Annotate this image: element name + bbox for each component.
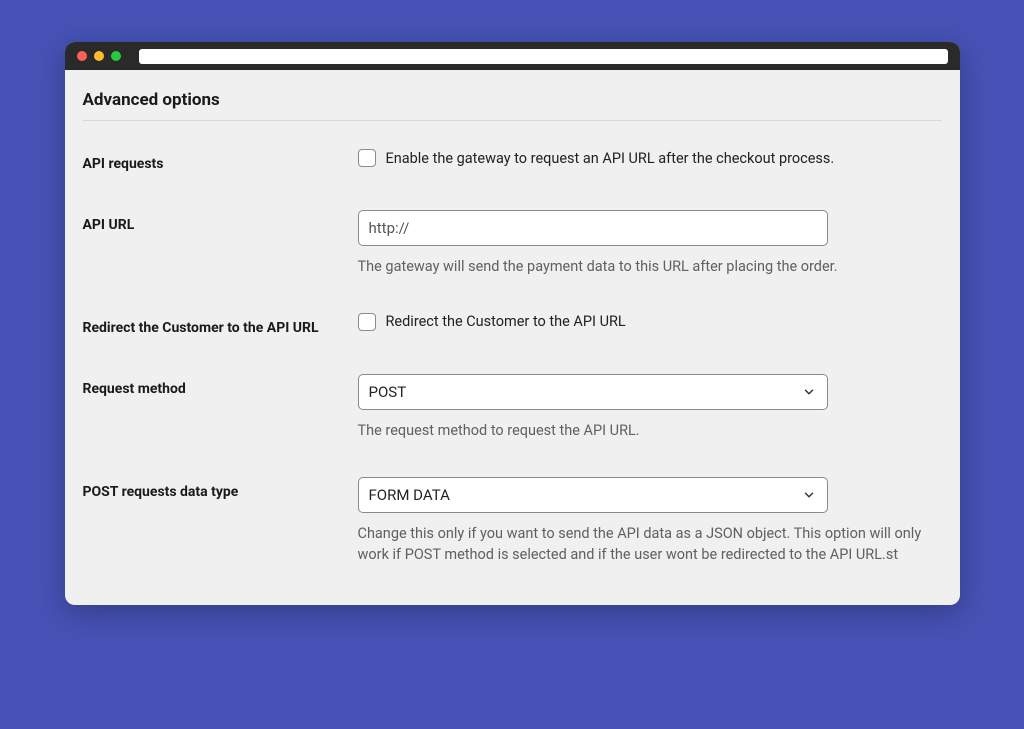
post-data-type-help: Change this only if you want to send the… (358, 523, 938, 565)
api-url-input[interactable] (358, 210, 828, 246)
redirect-label: Redirect the Customer to the API URL (83, 313, 358, 338)
field-post-data-type: POST requests data type FORM DATA Change… (83, 477, 942, 565)
field-api-requests: API requests Enable the gateway to reque… (83, 149, 942, 174)
section-title: Advanced options (83, 90, 942, 121)
api-requests-label: API requests (83, 149, 358, 174)
redirect-checkbox-label: Redirect the Customer to the API URL (386, 313, 626, 330)
api-requests-checkbox-wrap[interactable]: Enable the gateway to request an API URL… (358, 149, 942, 167)
settings-panel: Advanced options API requests Enable the… (65, 70, 960, 605)
close-window-button[interactable] (77, 51, 87, 61)
window-controls (77, 51, 121, 61)
app-window: Advanced options API requests Enable the… (65, 42, 960, 605)
api-url-help: The gateway will send the payment data t… (358, 256, 938, 277)
post-data-type-select[interactable]: FORM DATA (358, 477, 828, 513)
post-data-type-label: POST requests data type (83, 477, 358, 502)
address-bar[interactable] (139, 49, 948, 64)
field-api-url: API URL The gateway will send the paymen… (83, 210, 942, 277)
request-method-label: Request method (83, 374, 358, 399)
window-titlebar (65, 42, 960, 70)
redirect-checkbox[interactable] (358, 313, 376, 331)
api-requests-checkbox[interactable] (358, 149, 376, 167)
maximize-window-button[interactable] (111, 51, 121, 61)
minimize-window-button[interactable] (94, 51, 104, 61)
api-requests-checkbox-label: Enable the gateway to request an API URL… (386, 150, 835, 167)
request-method-help: The request method to request the API UR… (358, 420, 938, 441)
field-request-method: Request method POST The request method t… (83, 374, 942, 441)
api-url-label: API URL (83, 210, 358, 235)
field-redirect: Redirect the Customer to the API URL Red… (83, 313, 942, 338)
request-method-select[interactable]: POST (358, 374, 828, 410)
redirect-checkbox-wrap[interactable]: Redirect the Customer to the API URL (358, 313, 942, 331)
